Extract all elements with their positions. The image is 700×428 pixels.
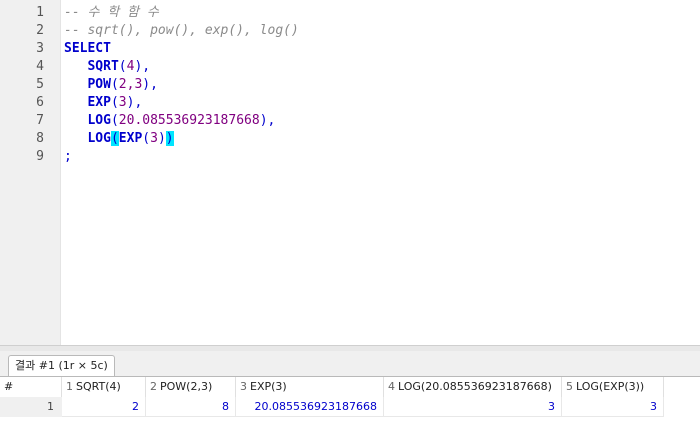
code-line[interactable]: LOG(20.085536923187668), [64,112,275,130]
table-cell[interactable]: 20.085536923187668 [236,397,384,417]
column-name: LOG(EXP(3)) [576,380,645,393]
matched-paren-highlight: ( [110,131,119,146]
row-header-label: # [0,377,62,397]
column-name: EXP(3) [250,380,287,393]
number-literal: 20.085536923187668 [118,113,260,128]
function-name: SQRT [87,59,119,74]
column-index: 4 [388,380,395,393]
line-number-gutter: 1 2 3 4 5 6 7 8 9 [0,0,61,345]
line-number: 4 [36,59,44,74]
code-line[interactable]: -- 수 학 함 수 [64,4,159,22]
function-name: LOG [87,131,111,146]
column-header[interactable]: 1 SQRT(4) [62,377,146,397]
paren: ( [118,59,127,74]
code-line[interactable]: SQRT(4), [64,58,150,76]
column-index: 3 [240,380,247,393]
column-index: 1 [66,380,73,393]
column-header[interactable]: 5 LOG(EXP(3)) [562,377,664,397]
paren: ( [110,95,119,110]
function-name: EXP [87,95,111,110]
paren: ), [259,113,276,128]
line-number: 8 [36,131,44,146]
tab-result-1[interactable]: 결과 #1 (1r × 5c) [8,355,115,376]
line-number: 6 [36,95,44,110]
comment: -- sqrt(), pow(), exp(), log() [64,23,299,38]
paren: ), [126,95,143,110]
matched-paren-highlight: ) [165,131,174,146]
code-line[interactable]: ; [64,148,72,166]
statement-terminator: ; [64,149,72,164]
number-literal: 2,3 [118,77,143,92]
line-number: 5 [36,77,44,92]
paren: ( [142,131,151,146]
line-number: 3 [36,41,44,56]
comment: -- 수 학 함 수 [64,5,159,20]
paren: ( [110,77,119,92]
number-literal: 3 [118,95,127,110]
results-grid[interactable]: # 1 SQRT(4) 2 POW(2,3) 3 EXP(3) 4 LOG(20.085… [0,377,700,428]
table-cell[interactable]: 8 [146,397,236,417]
line-number: 9 [36,149,44,164]
line-number: 1 [36,5,44,20]
column-index: 5 [566,380,573,393]
table-cell[interactable]: 3 [562,397,664,417]
code-line[interactable]: -- sqrt(), pow(), exp(), log() [64,22,299,40]
number-literal: 3 [150,131,158,146]
code-line[interactable]: POW(2,3), [64,76,158,94]
paren: ), [142,77,158,92]
table-cell[interactable]: 2 [62,397,146,417]
function-name: POW [87,77,111,92]
column-name: POW(2,3) [160,380,213,393]
function-name: LOG [87,113,111,128]
line-number: 2 [36,23,44,38]
column-header[interactable]: 2 POW(2,3) [146,377,236,397]
code-line[interactable]: LOG(EXP(3)) [64,130,174,148]
paren: ( [110,113,119,128]
results-tab-bar: 결과 #1 (1r × 5c) [0,351,700,377]
row-number: 1 [47,400,54,413]
code-line[interactable]: SELECT [64,40,111,58]
paren: ) [157,131,166,146]
column-index: 2 [150,380,157,393]
column-header[interactable]: 4 LOG(20.085536923187668) [384,377,562,397]
function-name: EXP [118,131,143,146]
keyword-select: SELECT [64,41,111,56]
sql-editor[interactable]: 1 2 3 4 5 6 7 8 9 -- 수 학 함 수 -- sqrt(), … [0,0,700,345]
paren: ), [134,59,151,74]
column-name: LOG(20.085536923187668) [398,380,552,393]
column-name: SQRT(4) [76,380,121,393]
line-number: 7 [36,113,44,128]
column-header[interactable]: 3 EXP(3) [236,377,384,397]
code-line[interactable]: EXP(3), [64,94,142,112]
table-cell[interactable]: 3 [384,397,562,417]
